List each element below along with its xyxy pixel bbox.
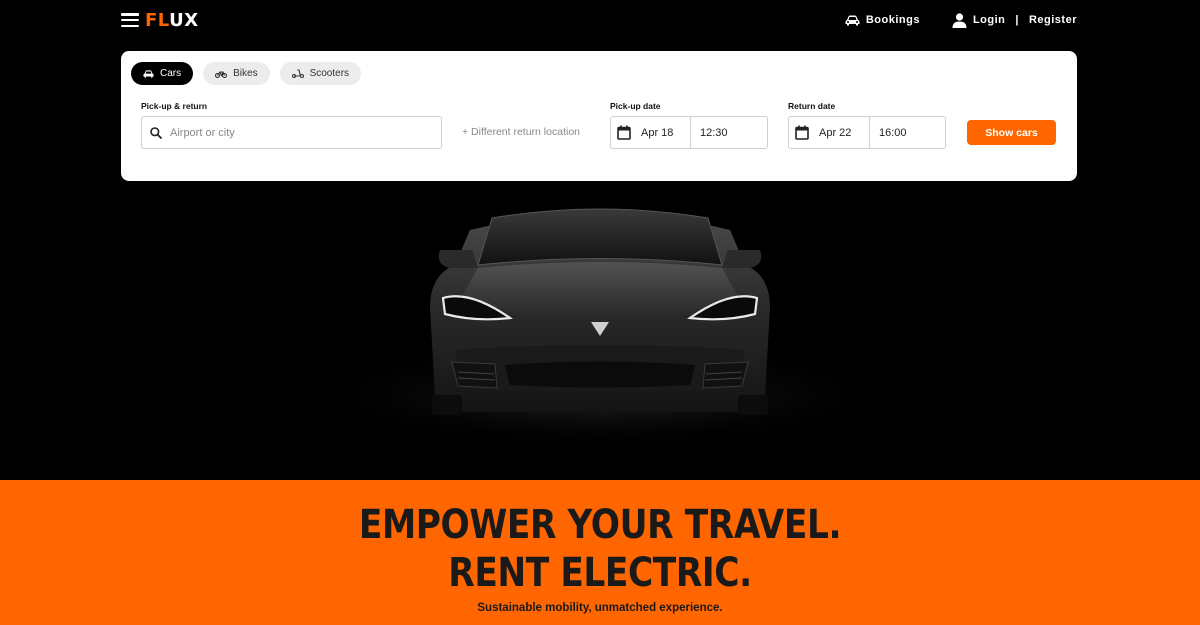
menu-icon[interactable]: [121, 13, 139, 27]
hero-section: [0, 190, 1200, 480]
car-icon: [143, 69, 154, 78]
return-time-field[interactable]: 16:00: [870, 116, 946, 149]
bookings-link[interactable]: Bookings: [845, 14, 920, 26]
pickup-date-label: Pick-up date: [610, 101, 661, 111]
car-hero-image: [300, 208, 900, 450]
pickup-time-value: 12:30: [700, 126, 728, 139]
vehicle-tabs: Cars Bikes Scooters: [131, 62, 362, 85]
user-icon: [952, 12, 967, 28]
brand: FLUX: [121, 10, 199, 31]
return-date-value: Apr 22: [819, 126, 852, 139]
logo-part-ux: UX: [169, 9, 199, 31]
pickup-label: Pick-up & return: [141, 101, 208, 111]
register-link[interactable]: Register: [1029, 14, 1077, 26]
tab-label: Scooters: [309, 68, 350, 79]
search-input[interactable]: [170, 126, 420, 139]
car-icon: [845, 15, 860, 25]
tab-scooters[interactable]: Scooters: [279, 62, 362, 85]
calendar-icon: [795, 125, 809, 140]
different-return-link[interactable]: + Different return location: [462, 126, 580, 138]
pickup-date-field[interactable]: Apr 18: [610, 116, 691, 149]
account-link[interactable]: Login | Register: [952, 12, 1077, 28]
bike-icon: [215, 70, 228, 78]
bookings-label: Bookings: [865, 14, 920, 26]
search-icon: [150, 126, 162, 139]
headline-line-2: RENT ELECTRIC.: [448, 550, 752, 596]
nav-separator: |: [1015, 14, 1019, 26]
scooter-icon: [291, 69, 304, 78]
nav-right: Bookings Login | Register: [845, 12, 1077, 28]
hero-banner: EMPOWER YOUR TRAVEL. RENT ELECTRIC. Sust…: [0, 480, 1200, 625]
calendar-icon: [617, 125, 631, 140]
tagline: Sustainable mobility, unmatched experien…: [477, 602, 723, 614]
logo-part-fl: FL: [145, 9, 170, 31]
logo[interactable]: FLUX: [145, 10, 199, 31]
return-date-label: Return date: [788, 101, 836, 111]
tab-label: Bikes: [233, 68, 258, 79]
return-time-value: 16:00: [879, 126, 907, 139]
tab-cars[interactable]: Cars: [131, 62, 194, 85]
search-card: Cars Bikes Scooters Pick-up & return + D…: [121, 51, 1077, 181]
tab-label: Cars: [160, 68, 182, 79]
return-date-field[interactable]: Apr 22: [788, 116, 870, 149]
tab-bikes[interactable]: Bikes: [203, 62, 270, 85]
pickup-time-field[interactable]: 12:30: [691, 116, 768, 149]
headline-line-1: EMPOWER YOUR TRAVEL.: [358, 502, 842, 548]
pickup-date-value: Apr 18: [641, 126, 674, 139]
location-search[interactable]: [141, 116, 442, 149]
show-cars-button[interactable]: Show cars: [967, 120, 1056, 145]
top-nav: FLUX Bookings Login | Register: [121, 8, 1077, 32]
login-link[interactable]: Login: [973, 14, 1005, 26]
